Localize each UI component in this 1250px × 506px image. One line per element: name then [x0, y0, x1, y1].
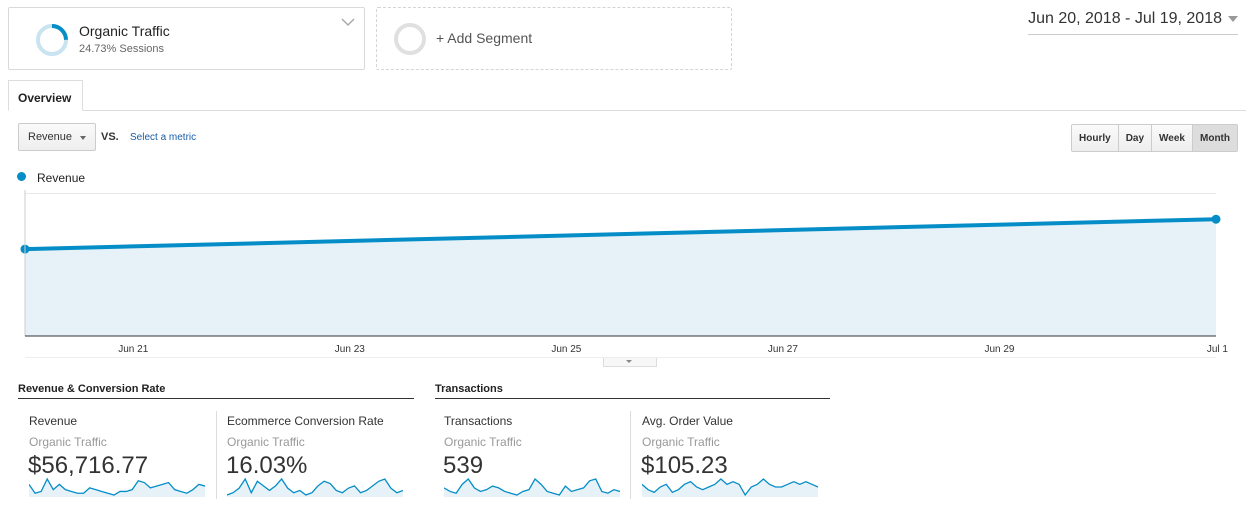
granularity-toggle: Hourly Day Week Month [1071, 124, 1238, 152]
segment-share-ring-icon [36, 24, 68, 56]
metric-dropdown[interactable]: Revenue [18, 123, 96, 151]
group-divider [435, 398, 830, 399]
caret-down-icon [1228, 15, 1238, 22]
group-title-revenue-conversion: Revenue & Conversion Rate [18, 383, 166, 395]
group-title-transactions: Transactions [435, 383, 503, 395]
x-tick-label: Jun 27 [768, 344, 798, 355]
add-segment-label: + Add Segment [436, 30, 533, 46]
granularity-month-button[interactable]: Month [1192, 125, 1237, 151]
add-segment-button[interactable]: + Add Segment [376, 7, 732, 70]
metric-dropdown-value: Revenue [28, 131, 73, 143]
vs-label: VS. [101, 131, 119, 143]
scorecard-avg-order-value[interactable]: Avg. Order Value Organic Traffic $105.23 [641, 411, 822, 501]
empty-segment-ring-icon [394, 23, 426, 55]
x-tick-label: Jun 25 [551, 344, 581, 355]
scorecard-segment: Organic Traffic [444, 435, 522, 449]
tab-bar-divider [8, 110, 1246, 111]
date-range-text: Jun 20, 2018 - Jul 19, 2018 [1028, 10, 1222, 27]
scorecard-segment: Organic Traffic [642, 435, 720, 449]
revenue-chart: $40,000.00$20,000.00Jun 21Jun 23Jun 25Ju… [20, 190, 1229, 358]
segment-sessions-share: 24.73% Sessions [79, 43, 164, 55]
scorecard-value: $105.23 [641, 452, 728, 479]
segment-card-organic-traffic[interactable]: Organic Traffic 24.73% Sessions [8, 7, 365, 70]
card-divider [216, 411, 217, 499]
scorecard-revenue[interactable]: Revenue Organic Traffic $56,716.77 [28, 411, 209, 501]
caret-down-icon [626, 360, 632, 363]
scorecard-conversion-rate[interactable]: Ecommerce Conversion Rate Organic Traffi… [226, 411, 407, 501]
x-tick-label: Jun 21 [118, 344, 148, 355]
select-metric-link[interactable]: Select a metric [130, 132, 196, 143]
scorecard-sparkline [29, 477, 205, 497]
scorecard-transactions[interactable]: Transactions Organic Traffic 539 [443, 411, 624, 501]
scorecard-value: 539 [443, 452, 484, 479]
caret-down-icon [80, 136, 86, 140]
scorecard-sparkline [227, 477, 403, 497]
scorecard-value: 16.03% [226, 452, 308, 479]
granularity-day-button[interactable]: Day [1117, 125, 1152, 151]
tab-overview[interactable]: Overview [8, 80, 83, 111]
scorecard-title: Ecommerce Conversion Rate [227, 414, 384, 428]
scorecard-title: Transactions [444, 414, 513, 428]
scorecard-value: $56,716.77 [28, 452, 149, 479]
scorecard-title: Avg. Order Value [642, 414, 733, 428]
card-divider [630, 411, 631, 499]
scorecard-segment: Organic Traffic [227, 435, 305, 449]
scorecard-sparkline [444, 477, 620, 497]
date-range-picker[interactable]: Jun 20, 2018 - Jul 19, 2018 [1028, 10, 1238, 35]
x-tick-label: Jun 29 [984, 344, 1014, 355]
group-divider [18, 398, 414, 399]
legend-label: Revenue [37, 171, 86, 185]
x-tick-label: Jul 1 [1207, 344, 1229, 355]
granularity-hourly-button[interactable]: Hourly [1072, 125, 1118, 151]
x-tick-label: Jun 23 [335, 344, 365, 355]
scorecard-segment: Organic Traffic [29, 435, 107, 449]
collapse-chart-toggle[interactable] [603, 358, 657, 367]
revenue-point[interactable] [1211, 214, 1221, 224]
scorecard-sparkline [642, 478, 818, 497]
revenue-area [25, 219, 1216, 336]
chevron-down-icon[interactable] [340, 16, 356, 28]
legend-marker [17, 172, 26, 181]
segment-name: Organic Traffic [79, 23, 170, 39]
granularity-week-button[interactable]: Week [1151, 125, 1192, 151]
scorecard-title: Revenue [29, 414, 78, 428]
